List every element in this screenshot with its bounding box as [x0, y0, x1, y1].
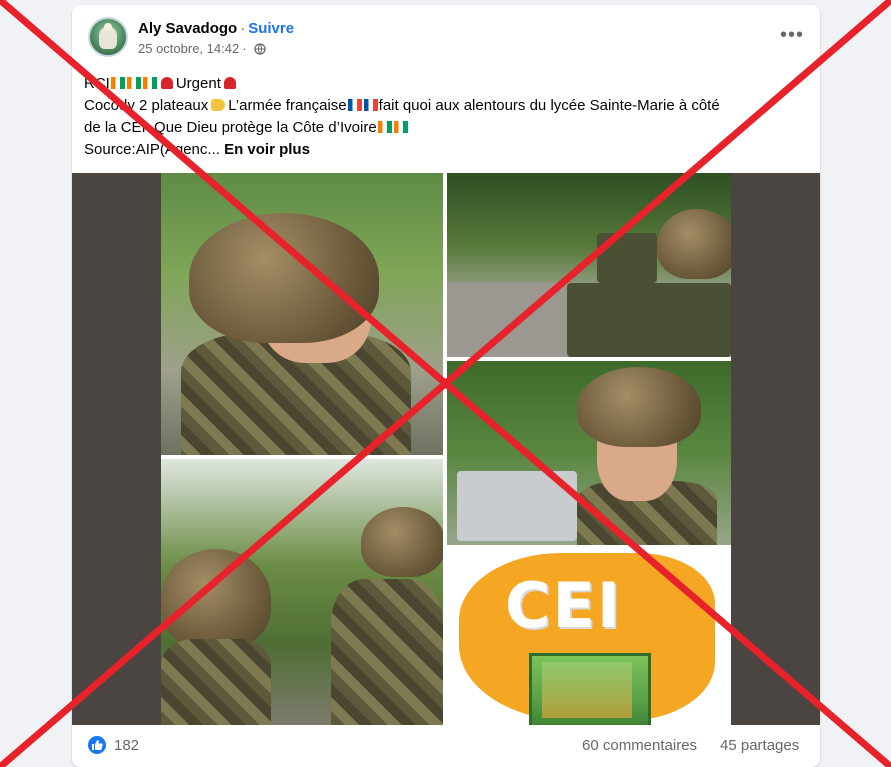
share-count-link[interactable]: 45 partages [720, 737, 799, 754]
author-name[interactable]: Aly Savadogo [138, 20, 237, 37]
meta-separator: · [242, 41, 247, 56]
more-options-button[interactable]: ••• [776, 23, 808, 51]
urgent-label: Urgent [175, 75, 221, 92]
post-header: Aly Savadogo · Suivre 25 octobre, 14:42 · … [72, 5, 820, 69]
siren-icon [223, 77, 236, 89]
fr-flag-icon [363, 99, 378, 111]
thumbs-up-icon [92, 740, 103, 750]
avatar-figure-head [104, 23, 112, 31]
location-text: Cocody 2 plateaux [84, 97, 209, 114]
post-line-1: RCI Urgent [84, 73, 808, 95]
globe-icon [253, 42, 266, 55]
ballot-box-icon [529, 653, 651, 725]
photo-soldiers-patrol [161, 459, 443, 725]
ci-flag-icon [126, 77, 141, 89]
country-code: RCI [84, 75, 110, 92]
name-separator: · [240, 20, 246, 37]
cei-logo-text: CEI [505, 569, 622, 642]
question-text: fait quoi aux alentours du lycée Sainte-… [378, 97, 720, 114]
post-line-2: Cocody 2 plateaux L’armée française fait q… [84, 95, 808, 117]
post-image[interactable]: CEI [72, 173, 820, 725]
photo-collage: CEI [161, 173, 731, 725]
post-timestamp[interactable]: 25 octobre, 14:42 [138, 41, 239, 56]
photo-soldier-profile [161, 173, 443, 455]
comment-count-link[interactable]: 60 commentaires [582, 737, 697, 754]
ci-flag-icon [393, 121, 408, 133]
reaction-count[interactable]: 182 [114, 737, 139, 754]
ci-flag-icon [110, 77, 125, 89]
see-more-link[interactable]: En voir plus [224, 141, 310, 158]
prayer-text: de la CEI ,Que Dieu protège la Côte d’Iv… [84, 119, 377, 136]
photo-armored-vehicle [447, 173, 731, 357]
post-line-4: Source:AIP(Agenc... En voir plus [84, 139, 808, 161]
ci-flag-icon [377, 121, 392, 133]
source-text: Source:AIP(Agenc... [84, 141, 220, 158]
author-avatar[interactable] [88, 17, 128, 57]
author-row: Aly Savadogo · Suivre [138, 19, 294, 39]
pointing-hand-icon [211, 99, 226, 111]
post-line-3: de la CEI ,Que Dieu protège la Côte d’Iv… [84, 117, 808, 139]
like-icon[interactable] [88, 736, 106, 754]
fr-flag-icon [347, 99, 362, 111]
army-text: L’armée française [228, 97, 347, 114]
post-card: Aly Savadogo · Suivre 25 octobre, 14:42 · … [72, 5, 820, 767]
post-text: RCI Urgent Cocody 2 plateaux L’armée franç… [84, 73, 808, 161]
siren-icon [160, 77, 173, 89]
ci-flag-icon [142, 77, 157, 89]
post-stats: 182 60 commentaires 45 partages [72, 725, 820, 767]
photo-soldier-portrait [447, 361, 731, 545]
post-meta: 25 octobre, 14:42 · [138, 41, 266, 56]
follow-button[interactable]: Suivre [248, 20, 294, 37]
photo-cei-logo: CEI [447, 549, 731, 725]
